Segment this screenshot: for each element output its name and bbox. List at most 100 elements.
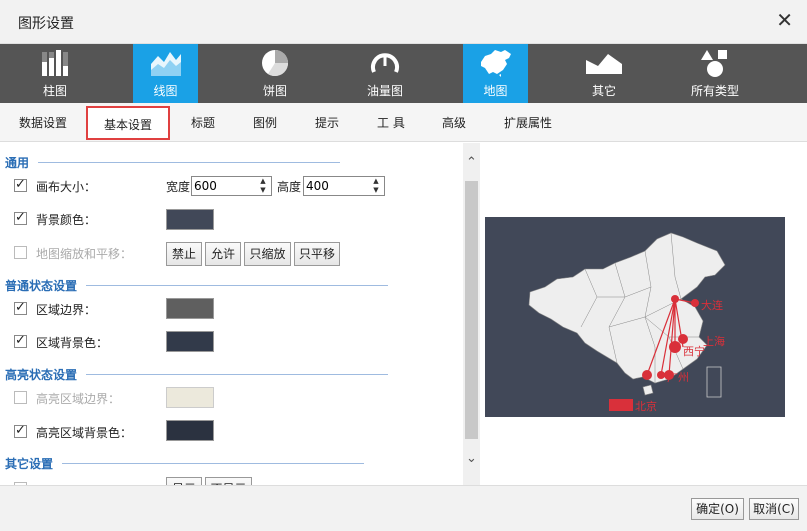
china-map-preview: 大连 上海 西宁 广州 北京 — [528, 232, 726, 413]
line-chart-icon — [150, 52, 181, 76]
zoom-only-button[interactable]: 只缩放 — [244, 242, 291, 266]
scroll-up-icon[interactable]: ⌃ — [463, 155, 480, 170]
pan-only-button[interactable]: 只平移 — [294, 242, 340, 266]
highlight-area-bg-swatch[interactable] — [166, 420, 214, 441]
pie-chart-icon — [262, 50, 289, 77]
normal-border-row: 区域边界： — [14, 299, 154, 319]
normal-area-bg-row: 区域背景色： — [14, 332, 154, 352]
spinner-arrows-icon[interactable]: ▲ ▼ — [370, 177, 382, 195]
normal-border-swatch[interactable] — [166, 298, 214, 319]
chart-type-label: 油量图 — [366, 84, 403, 98]
tab-tooltip[interactable]: 提示 — [315, 114, 339, 131]
canvas-size-row: 画布大小： 宽度 ▲▼ 高度 ▲▼ — [14, 176, 394, 196]
show-button[interactable]: 显示 — [166, 477, 202, 485]
normal-area-bg-checkbox[interactable] — [14, 333, 27, 348]
normal-border-checkbox[interactable] — [14, 300, 27, 315]
tab-legend[interactable]: 图例 — [253, 114, 277, 131]
normal-border-label: 区域边界： — [36, 303, 97, 317]
map-icon — [480, 50, 511, 77]
hide-button[interactable]: 不显示 — [205, 477, 252, 485]
city-marker — [669, 341, 681, 353]
tab-tools[interactable]: 工 具 — [377, 114, 405, 131]
scrollbar-thumb[interactable] — [465, 181, 478, 439]
scroll-down-icon[interactable]: ⌄ — [463, 451, 480, 466]
chart-type-label: 所有类型 — [690, 84, 739, 98]
height-label: 高度 — [277, 180, 302, 194]
tab-advanced[interactable]: 高级 — [442, 114, 466, 131]
bar-chart-icon — [42, 50, 68, 76]
city-label-guangzhou: 广州 — [667, 371, 689, 384]
normal-area-bg-swatch[interactable] — [166, 331, 214, 352]
city-marker — [642, 370, 652, 380]
ok-button[interactable]: 确定(O) — [691, 498, 744, 520]
highlight-border-label: 高亮区域边界： — [36, 392, 121, 406]
zoom-pan-label: 地图缩放和平移： — [36, 247, 133, 261]
city-label-shanghai: 上海 — [703, 334, 725, 348]
area-chart-icon — [586, 54, 622, 74]
section-normal: 普通状态设置 — [5, 279, 78, 293]
zoom-pan-allow-button[interactable]: 允许 — [205, 242, 241, 266]
chart-type-label: 线图 — [153, 84, 178, 98]
hainan-island — [642, 384, 654, 396]
map-preview: 大连 上海 西宁 广州 北京 — [485, 217, 785, 417]
bg-color-checkbox[interactable] — [14, 210, 27, 225]
section-other: 其它设置 — [5, 457, 54, 471]
city-marker — [657, 371, 665, 379]
bg-color-label: 背景颜色： — [36, 213, 97, 227]
tab-extended-props[interactable]: 扩展属性 — [504, 114, 552, 131]
city-marker — [678, 334, 688, 344]
bg-color-swatch[interactable] — [166, 209, 214, 230]
cancel-button[interactable]: 取消(C) — [749, 498, 799, 520]
city-marker — [671, 295, 679, 303]
width-spinner[interactable]: ▲▼ — [191, 176, 272, 196]
shapes-icon — [701, 50, 727, 77]
section-divider — [86, 285, 388, 286]
settings-scrollbar[interactable]: ⌃ ⌄ — [463, 143, 480, 485]
chart-type-pie[interactable]: 饼图 — [244, 44, 306, 103]
highlight-border-checkbox[interactable] — [14, 391, 27, 404]
spinner-arrows-icon[interactable]: ▲ ▼ — [257, 177, 269, 195]
zoom-pan-checkbox[interactable] — [14, 246, 27, 259]
tab-data-settings[interactable]: 数据设置 — [19, 114, 67, 131]
highlight-border-swatch[interactable] — [166, 387, 214, 408]
city-label-xining: 西宁 — [683, 344, 705, 358]
highlight-border-row: 高亮区域边界： — [14, 388, 159, 408]
gauge-icon — [371, 53, 399, 73]
dialog-footer: 确定(O) 取消(C) — [0, 485, 807, 531]
legend-label: 北京 — [635, 399, 657, 413]
chart-type-label: 柱图 — [42, 84, 67, 98]
chart-type-line[interactable]: 线图 — [133, 44, 198, 103]
chart-type-map[interactable]: 地图 — [463, 44, 528, 103]
chart-type-bar[interactable]: 柱图 — [22, 44, 88, 103]
tab-basic-settings[interactable]: 基本设置 — [86, 106, 171, 140]
chart-type-gauge[interactable]: 油量图 — [355, 44, 415, 103]
chart-type-label: 其它 — [591, 84, 616, 98]
height-spinner[interactable]: ▲▼ — [303, 176, 385, 196]
chart-type-label: 饼图 — [262, 84, 287, 98]
china-map-landmass — [528, 232, 726, 384]
section-general: 通用 — [5, 156, 30, 170]
legend-swatch — [609, 399, 633, 411]
chart-type-toolbar: 柱图 线图 饼图 油量图 地图 其它 所有类型 — [0, 44, 807, 103]
canvas-size-label: 画布大小： — [36, 180, 97, 194]
title-bar: 图形设置 ✕ — [0, 0, 807, 44]
section-highlight: 高亮状态设置 — [5, 368, 78, 382]
close-icon[interactable]: ✕ — [776, 10, 793, 30]
city-label-dalian: 大连 — [701, 298, 723, 312]
highlight-area-bg-label: 高亮区域背景色： — [36, 426, 133, 440]
canvas-size-checkbox[interactable] — [14, 177, 27, 192]
tab-title[interactable]: 标题 — [191, 114, 215, 131]
settings-pane: 通用 画布大小： 宽度 ▲▼ 高度 ▲▼ 背景颜色： 地图缩放和平移： 禁止 允… — [0, 143, 463, 485]
chart-type-all[interactable]: 所有类型 — [683, 44, 747, 103]
city-marker — [691, 299, 699, 307]
section-divider — [38, 162, 340, 163]
chart-type-label: 地图 — [483, 84, 508, 98]
settings-tabs: 数据设置 基本设置 标题 图例 提示 工 具 高级 扩展属性 — [0, 103, 807, 142]
highlight-area-bg-checkbox[interactable] — [14, 423, 27, 438]
width-label: 宽度 — [166, 180, 191, 194]
south-sea-inset — [706, 366, 722, 398]
chart-type-other[interactable]: 其它 — [573, 44, 635, 103]
section-divider — [86, 374, 388, 375]
normal-area-bg-label: 区域背景色： — [36, 336, 109, 350]
zoom-pan-disable-button[interactable]: 禁止 — [166, 242, 202, 266]
